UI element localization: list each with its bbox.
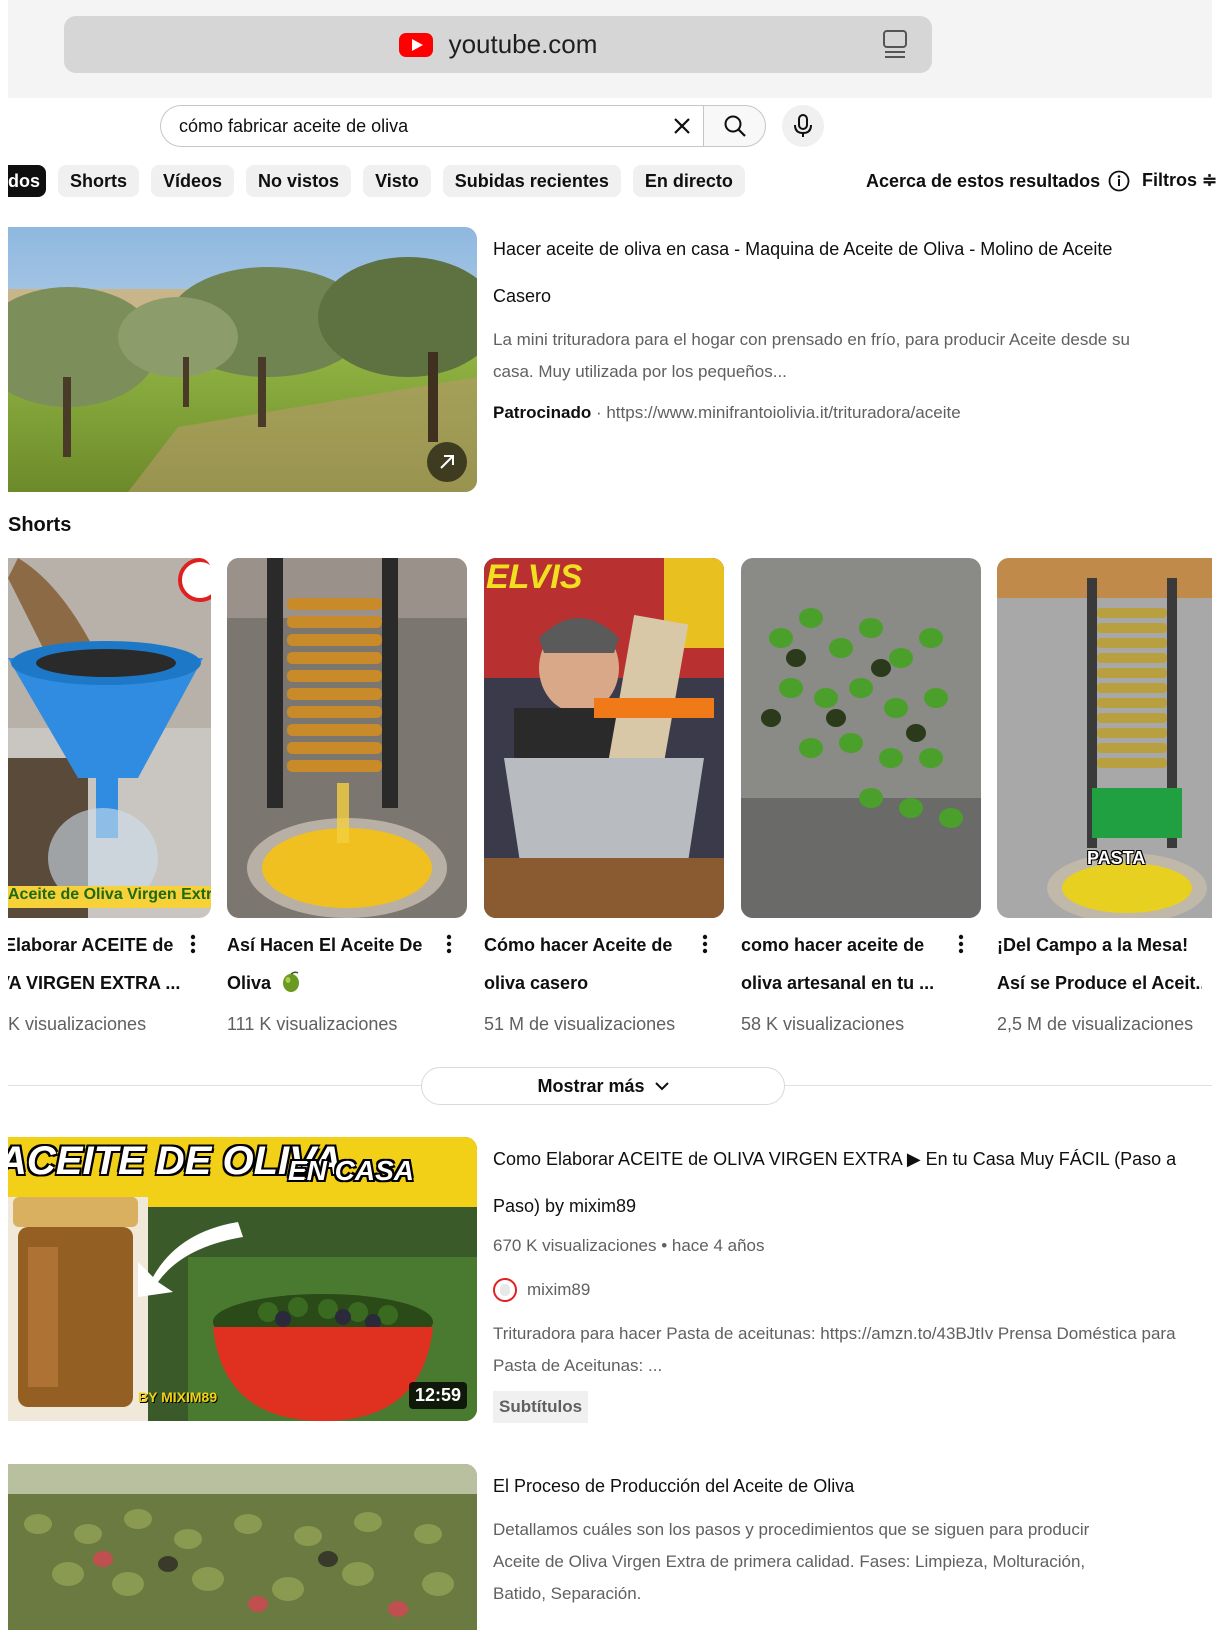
channel-name[interactable]: mixim89 xyxy=(527,1280,590,1300)
ad-description-line1: La mini trituradora para el hogar con pr… xyxy=(493,330,1130,349)
channel-avatar[interactable] xyxy=(493,1278,517,1302)
man-with-clamp-image xyxy=(484,558,724,918)
ad-title-line2[interactable]: Casero xyxy=(493,285,551,307)
subtitles-badge: Subtítulos xyxy=(493,1391,589,1423)
short-title-3-line1[interactable]: Cómo hacer Aceite de xyxy=(484,926,684,964)
chip-subidas-recientes[interactable]: Subidas recientes xyxy=(442,165,621,197)
short-views-2: 111 K visualizaciones xyxy=(227,1014,398,1034)
chip-videos[interactable]: Vídeos xyxy=(151,165,235,197)
ad-url[interactable]: · https://www.minifrantoiolivia.it/tritu… xyxy=(591,403,961,422)
ad-thumbnail[interactable] xyxy=(8,227,477,492)
sponsored-label: Patrocinado xyxy=(493,403,592,422)
short-thumbnail-3[interactable]: ELVIS xyxy=(484,558,724,918)
ad-thumbnail-2[interactable] xyxy=(8,1464,477,1630)
browser-toolbar: youtube.com xyxy=(8,0,1212,98)
short-title-4-line1[interactable]: como hacer aceite de xyxy=(741,926,941,964)
filter-chips: dos Shorts Vídeos No vistos Visto Subida… xyxy=(8,165,745,197)
oil-press-image xyxy=(227,558,467,918)
short-overlay-text-3: ELVIS xyxy=(486,558,583,596)
video-title-line2[interactable]: Paso) by mixim89 xyxy=(493,1195,636,1217)
olive-grove-image xyxy=(8,227,477,492)
filters-icon: ≑ xyxy=(1202,170,1218,190)
ad2-description-line2: Aceite de Oliva Virgen Extra de primera … xyxy=(493,1552,1086,1571)
chip-todos[interactable]: dos xyxy=(8,165,46,197)
short-views-5: 2,5 M de visualizaciones xyxy=(997,1014,1194,1034)
short-title-2-line2: Oliva xyxy=(227,973,272,993)
show-more-button[interactable]: Mostrar más xyxy=(421,1067,785,1105)
olive-emoji-icon xyxy=(283,971,300,992)
search-button[interactable] xyxy=(703,105,766,147)
short-title-2-line1[interactable]: Así Hacen El Aceite De xyxy=(227,926,427,964)
search-query: cómo fabricar aceite de oliva xyxy=(179,115,409,136)
chip-shorts[interactable]: Shorts xyxy=(58,165,140,197)
short-thumbnail-4[interactable] xyxy=(741,558,981,918)
harvested-olives-image xyxy=(8,1464,477,1630)
chevron-down-icon xyxy=(654,1082,669,1091)
chip-en-directo[interactable]: En directo xyxy=(632,165,745,197)
short-thumbnail-1[interactable]: Aceite de Oliva Virgen Extra xyxy=(8,558,211,918)
about-results-label: Acerca de estos resultados xyxy=(866,170,1101,191)
close-icon xyxy=(674,118,690,134)
more-options-icon[interactable] xyxy=(190,934,196,954)
divider-left xyxy=(8,1085,422,1086)
filters-button[interactable]: Filtros ≑ xyxy=(1142,170,1217,191)
voice-search-button[interactable] xyxy=(782,105,824,147)
short-title-5-line2[interactable]: Así se Produce el Aceit... xyxy=(997,964,1202,1002)
short-views-3: 51 M de visualizaciones xyxy=(484,1014,676,1034)
ad-sponsor-line: Patrocinado · https://www.minifrantoioli… xyxy=(493,403,961,423)
short-views-4: 58 K visualizaciones xyxy=(741,1014,905,1034)
video-duration: 12:59 xyxy=(408,1382,467,1409)
short-title-4-line2[interactable]: oliva artesanal en tu ... xyxy=(741,964,941,1002)
filters-label: Filtros xyxy=(1142,170,1198,190)
ad-title-line1[interactable]: Hacer aceite de oliva en casa - Maquina … xyxy=(493,238,1112,260)
arrow-up-right-icon xyxy=(440,455,454,469)
video-channel[interactable]: mixim89 xyxy=(493,1278,590,1302)
more-options-icon[interactable] xyxy=(702,934,708,954)
show-more-label: Mostrar más xyxy=(537,1075,645,1096)
video-title-line1[interactable]: Como Elaborar ACEITE de OLIVA VIRGEN EXT… xyxy=(493,1148,1176,1170)
short-title-1-line1[interactable]: Elaborar ACEITE de xyxy=(8,926,184,964)
shorts-section-title: Shorts xyxy=(8,514,72,536)
chip-visto[interactable]: Visto xyxy=(363,165,431,197)
url-text: youtube.com xyxy=(448,29,598,59)
about-results-button[interactable]: Acerca de estos resultados xyxy=(866,170,1130,192)
video-description-line1: Trituradora para hacer Pasta de aceituna… xyxy=(493,1324,1176,1343)
divider-right xyxy=(784,1085,1212,1086)
short-title-1-line2[interactable]: VA VIRGEN EXTRA ... xyxy=(8,964,184,1002)
video-description-line2: Pasta de Aceitunas: ... xyxy=(493,1356,663,1375)
short-title-3-line2[interactable]: oliva casero xyxy=(484,964,684,1002)
ad-description-line2: casa. Muy utilizada por los pequeños... xyxy=(493,362,787,381)
search-input[interactable]: cómo fabricar aceite de oliva xyxy=(160,105,704,147)
ad2-title[interactable]: El Proceso de Producción del Aceite de O… xyxy=(493,1475,854,1497)
ad2-description-line3: Batido, Separación. xyxy=(493,1584,642,1603)
short-title-5-line1[interactable]: ¡Del Campo a la Mesa! xyxy=(997,926,1212,964)
funnel-image xyxy=(8,558,211,918)
youtube-logo-icon xyxy=(398,32,433,57)
microphone-icon xyxy=(794,114,812,137)
video-thumbnail-1[interactable]: ACEITE DE OLIVA EN CASA BY MIXIM89 12:59 xyxy=(8,1137,477,1421)
short-thumbnail-5[interactable]: PASTA xyxy=(997,558,1212,918)
open-link-button[interactable] xyxy=(427,442,467,482)
short-overlay-text-1: Aceite de Oliva Virgen Extra xyxy=(8,886,211,903)
thumbnail-author-text: BY MIXIM89 xyxy=(138,1389,218,1405)
short-title-2-line2-wrap[interactable]: Oliva xyxy=(227,964,427,1002)
more-options-icon[interactable] xyxy=(446,934,452,954)
info-icon xyxy=(1108,170,1130,192)
video-meta: 670 K visualizaciones • hace 4 años xyxy=(493,1236,765,1255)
clear-search-button[interactable] xyxy=(660,106,704,146)
green-olives-image xyxy=(741,558,981,918)
search-icon xyxy=(724,115,746,137)
short-views-1: K visualizaciones xyxy=(8,1014,147,1034)
thumbnail-subtitle-text: EN CASA xyxy=(288,1155,415,1186)
chip-no-vistos[interactable]: No vistos xyxy=(246,165,352,197)
ad2-description-line1: Detallamos cuáles son los pasos y proced… xyxy=(493,1520,1090,1539)
tabs-icon[interactable] xyxy=(882,29,908,59)
more-options-icon[interactable] xyxy=(958,934,964,954)
short-overlay-text-5: PASTA xyxy=(1087,848,1146,868)
address-bar[interactable]: youtube.com xyxy=(64,16,932,73)
short-thumbnail-2[interactable] xyxy=(227,558,467,918)
